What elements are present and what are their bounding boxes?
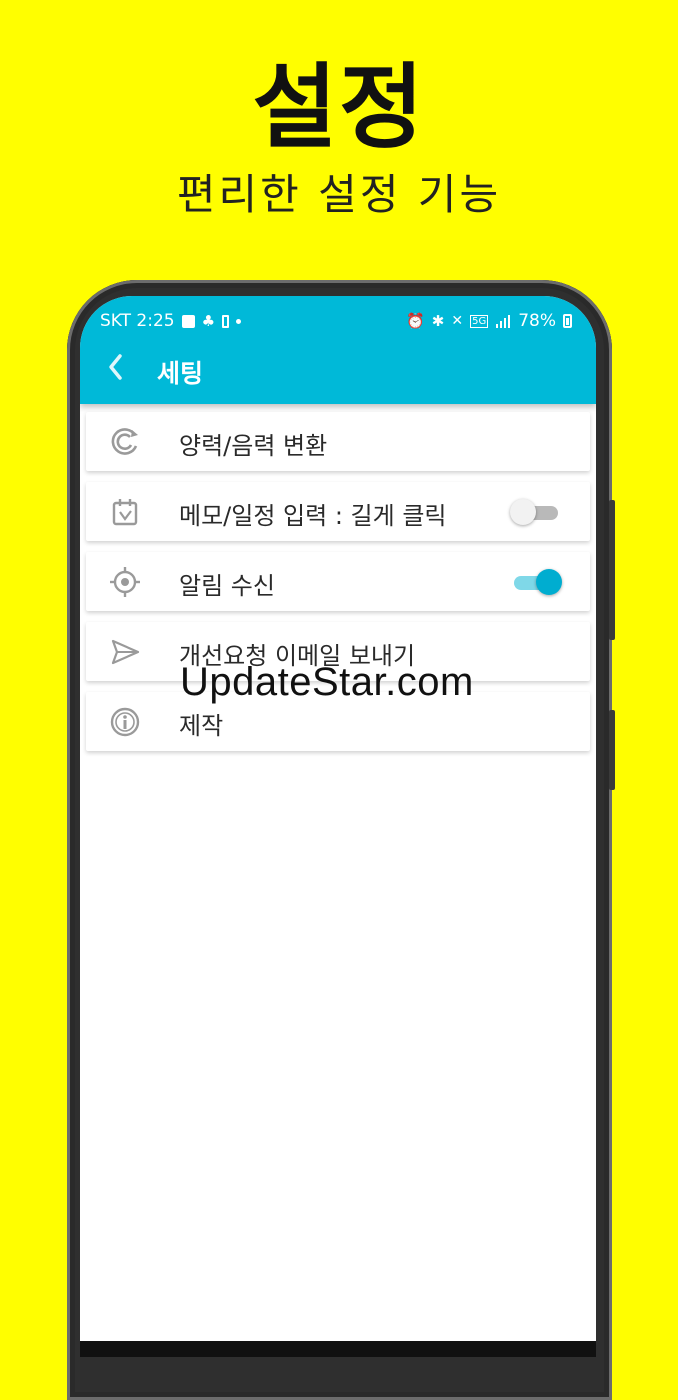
battery-percent: 78% xyxy=(518,311,556,331)
settings-item-label: 알림 수신 xyxy=(179,572,275,600)
toolbar-title: 세팅 xyxy=(157,359,204,388)
settings-item-notifications[interactable]: 알림 수신 xyxy=(86,552,590,611)
settings-item-label: 제작 xyxy=(179,712,224,740)
notifications-toggle[interactable] xyxy=(510,569,562,595)
settings-item-lunar-convert[interactable]: 양력/음력 변환 xyxy=(86,412,590,471)
phone-screen: SKT 2:25 ♣ ⏰ ✱ ✕ 5G 78% 세팅 양력/음력 변환 메모/일… xyxy=(80,296,596,1357)
chevron-left-icon[interactable] xyxy=(104,352,128,382)
mute-icon: ✕ xyxy=(451,313,464,329)
settings-item-label: 양력/음력 변환 xyxy=(179,432,328,460)
battery-icon xyxy=(563,314,572,328)
status-carrier-time: SKT 2:25 xyxy=(100,311,175,331)
promo-subtitle: 편리한 설정 기능 xyxy=(176,170,502,219)
notification-dot-icon xyxy=(236,318,242,324)
user-icon: ♣ xyxy=(201,312,216,330)
app-bar: SKT 2:25 ♣ ⏰ ✱ ✕ 5G 78% 세팅 xyxy=(80,296,596,404)
promo-title: 설정 xyxy=(252,54,426,161)
settings-list: 양력/음력 변환 메모/일정 입력 : 길게 클릭 알림 수신 개선요청 이메일… xyxy=(86,412,590,762)
phone-icon xyxy=(222,314,230,328)
phone-side-button xyxy=(609,500,615,640)
status-bar: SKT 2:25 ♣ ⏰ ✱ ✕ 5G 78% xyxy=(100,308,572,334)
target-icon xyxy=(110,567,140,597)
network-type: 5G xyxy=(470,314,489,328)
convert-circle-icon xyxy=(111,428,138,455)
memo-input-toggle[interactable] xyxy=(510,499,562,525)
gallery-icon xyxy=(181,314,195,328)
toggle-thumb xyxy=(510,499,536,525)
calendar-icon xyxy=(112,499,138,526)
bluetooth-icon: ✱ xyxy=(431,312,445,330)
send-icon xyxy=(111,639,140,665)
settings-item-memo-input[interactable]: 메모/일정 입력 : 길게 클릭 xyxy=(86,482,590,541)
signal-icon xyxy=(496,315,511,328)
settings-item-label: 메모/일정 입력 : 길게 클릭 xyxy=(179,502,447,530)
alarm-icon: ⏰ xyxy=(406,312,425,330)
phone-side-button xyxy=(609,710,615,790)
watermark-text: UpdateStar.com xyxy=(180,660,474,704)
info-icon xyxy=(110,707,140,737)
toggle-thumb xyxy=(536,569,562,595)
phone-bottom-edge xyxy=(80,1341,596,1357)
